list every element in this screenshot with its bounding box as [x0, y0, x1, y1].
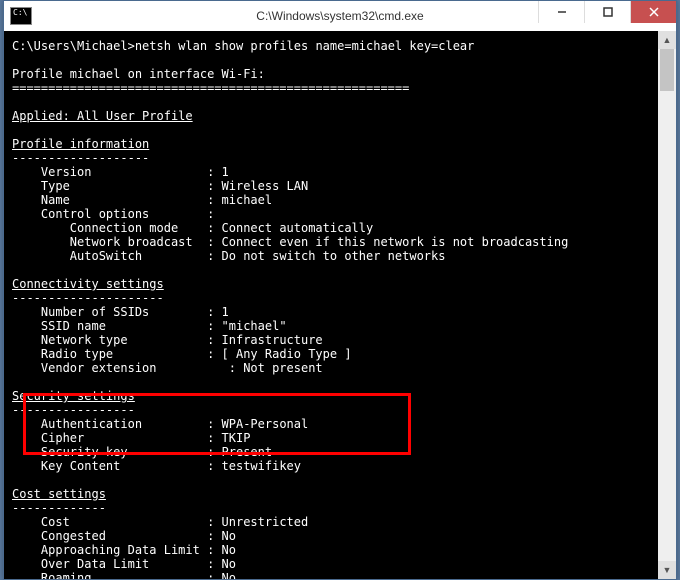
- kv-row: Control options :: [12, 207, 214, 221]
- kv-row: Network broadcast : Connect even if this…: [12, 235, 568, 249]
- kv-row: Radio type : [ Any Radio Type ]: [12, 347, 352, 361]
- kv-row: Over Data Limit : No: [12, 557, 236, 571]
- kv-row: Vendor extension : Not present: [12, 361, 323, 375]
- divider: ========================================…: [12, 81, 409, 95]
- section-connectivity-title: Connectivity settings: [12, 277, 164, 291]
- console-output[interactable]: C:\Users\Michael>netsh wlan show profile…: [4, 31, 658, 579]
- profile-header: Profile michael on interface Wi-Fi:: [12, 67, 265, 81]
- kv-row: Key Content : testwifikey: [12, 459, 301, 473]
- kv-row: Roaming : No: [12, 571, 236, 579]
- prompt: C:\Users\Michael>: [12, 39, 135, 53]
- maximize-button[interactable]: [584, 1, 630, 23]
- console-area: C:\Users\Michael>netsh wlan show profile…: [4, 31, 676, 579]
- kv-row: Cipher : TKIP: [12, 431, 250, 445]
- kv-row: Name : michael: [12, 193, 272, 207]
- section-profile-info-title: Profile information: [12, 137, 149, 151]
- kv-row: Connection mode : Connect automatically: [12, 221, 373, 235]
- kv-row: Type : Wireless LAN: [12, 179, 308, 193]
- kv-row: Approaching Data Limit : No: [12, 543, 236, 557]
- section-divider: -----------------: [12, 403, 135, 417]
- kv-row: Version : 1: [12, 165, 229, 179]
- section-cost-title: Cost settings: [12, 487, 106, 501]
- section-divider: -------------------: [12, 151, 149, 165]
- titlebar[interactable]: C:\ C:\Windows\system32\cmd.exe: [4, 1, 676, 31]
- scroll-down-button[interactable]: ▼: [658, 561, 676, 579]
- kv-row: Authentication : WPA-Personal: [12, 417, 308, 431]
- window-controls: [538, 1, 676, 23]
- scroll-thumb[interactable]: [660, 49, 674, 91]
- scroll-up-button[interactable]: ▲: [658, 31, 676, 49]
- vertical-scrollbar[interactable]: ▲ ▼: [658, 31, 676, 579]
- cmd-window: C:\ C:\Windows\system32\cmd.exe C:\Users…: [3, 0, 677, 580]
- kv-row: Number of SSIDs : 1: [12, 305, 229, 319]
- kv-row: Security key : Present: [12, 445, 272, 459]
- close-button[interactable]: [630, 1, 676, 23]
- kv-row: SSID name : "michael": [12, 319, 287, 333]
- section-divider: -------------: [12, 501, 106, 515]
- kv-row: Congested : No: [12, 529, 236, 543]
- kv-row: Network type : Infrastructure: [12, 333, 323, 347]
- command-text: netsh wlan show profiles name=michael ke…: [135, 39, 475, 53]
- kv-row: Cost : Unrestricted: [12, 515, 308, 529]
- section-divider: ---------------------: [12, 291, 164, 305]
- section-security-title: Security settings: [12, 389, 135, 403]
- applied-line: Applied: All User Profile: [12, 109, 193, 123]
- cmd-icon: C:\: [10, 7, 32, 25]
- kv-row: AutoSwitch : Do not switch to other netw…: [12, 249, 445, 263]
- scroll-track[interactable]: [658, 49, 676, 561]
- minimize-button[interactable]: [538, 1, 584, 23]
